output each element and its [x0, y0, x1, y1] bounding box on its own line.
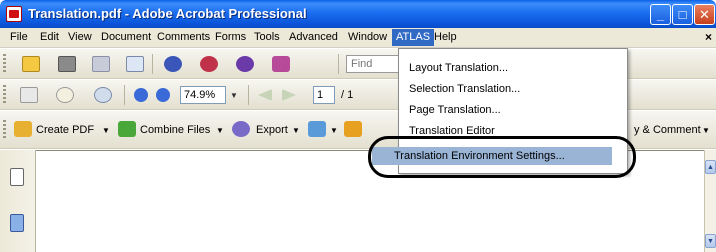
menu-file[interactable]: File [10, 31, 28, 43]
menu-comments[interactable]: Comments [157, 31, 210, 43]
toolbar-separator [338, 54, 339, 74]
zoom-in-icon[interactable] [156, 88, 170, 102]
toolbar-grip[interactable] [3, 54, 6, 74]
atlas-tool-icon-1[interactable] [164, 56, 182, 72]
menu-item-selection-translation[interactable]: Selection Translation... [409, 83, 520, 95]
close-button[interactable]: ✕ [694, 4, 715, 25]
menu-view[interactable]: View [68, 31, 92, 43]
acrobat-app-icon[interactable] [6, 6, 22, 22]
zoom-tool-icon[interactable] [94, 87, 112, 103]
combine-files-icon[interactable] [118, 121, 136, 137]
menu-help[interactable]: Help [434, 31, 457, 43]
menu-document[interactable]: Document [101, 31, 151, 43]
close-document-icon[interactable]: × [705, 30, 712, 44]
window-title: Translation.pdf - Adobe Acrobat Professi… [28, 6, 307, 21]
atlas-tool-icon-3[interactable] [236, 56, 254, 72]
menu-item-layout-translation[interactable]: Layout Translation... [409, 62, 508, 74]
bookmarks-panel-icon[interactable] [10, 214, 24, 232]
review-comment-button[interactable]: y & Comment [634, 124, 701, 136]
combine-files-dropdown-icon[interactable]: ▼ [216, 126, 224, 135]
select-tool-icon[interactable] [20, 87, 38, 103]
review-comment-dropdown-icon[interactable]: ▼ [702, 126, 710, 135]
open-icon[interactable] [22, 56, 40, 72]
sign-icon[interactable] [344, 121, 362, 137]
menu-edit[interactable]: Edit [40, 31, 59, 43]
print-icon[interactable] [58, 56, 76, 72]
menu-bar: File Edit View Document Comments Forms T… [0, 28, 716, 48]
menu-atlas[interactable]: ATLAS [392, 29, 435, 46]
hand-tool-icon[interactable] [56, 87, 74, 103]
zoom-input[interactable] [180, 86, 226, 104]
email-icon[interactable] [126, 56, 144, 72]
minimize-button[interactable]: _ [650, 4, 671, 25]
zoom-dropdown-icon[interactable]: ▼ [228, 86, 240, 104]
toolbar-separator [152, 54, 153, 74]
export-button[interactable]: Export [256, 124, 288, 136]
navigation-pane [0, 150, 36, 252]
combine-files-button[interactable]: Combine Files [140, 124, 210, 136]
create-pdf-icon[interactable] [14, 121, 32, 137]
menu-window[interactable]: Window [348, 31, 387, 43]
save-icon[interactable] [92, 56, 110, 72]
menu-forms[interactable]: Forms [215, 31, 246, 43]
create-pdf-dropdown-icon[interactable]: ▼ [102, 126, 110, 135]
previous-page-icon[interactable] [258, 89, 272, 101]
toolbar-separator [248, 85, 249, 105]
menu-item-translation-editor[interactable]: Translation Editor [409, 125, 495, 134]
toolbar-grip[interactable] [3, 120, 6, 140]
scroll-down-button[interactable]: ▼ [705, 234, 716, 248]
page-total: / 1 [341, 89, 354, 101]
toolbar-grip[interactable] [3, 85, 6, 105]
atlas-tool-icon-2[interactable] [200, 56, 218, 72]
export-icon[interactable] [232, 121, 250, 137]
export-dropdown-icon[interactable]: ▼ [292, 126, 300, 135]
page-number-input[interactable] [313, 86, 335, 104]
zoom-out-icon[interactable] [134, 88, 148, 102]
scroll-up-button[interactable]: ▲ [705, 160, 716, 174]
atlas-tool-icon-4[interactable] [272, 56, 290, 72]
callout-ellipse [368, 136, 636, 178]
pages-panel-icon[interactable] [10, 168, 24, 186]
menu-item-page-translation[interactable]: Page Translation... [409, 104, 501, 116]
title-bar: Translation.pdf - Adobe Acrobat Professi… [0, 0, 716, 28]
menu-advanced[interactable]: Advanced [289, 31, 338, 43]
maximize-button[interactable]: □ [672, 4, 693, 25]
next-page-icon[interactable] [282, 89, 296, 101]
create-pdf-button[interactable]: Create PDF [36, 124, 94, 136]
secure-dropdown-icon[interactable]: ▼ [330, 126, 338, 135]
toolbar-separator [124, 85, 125, 105]
secure-icon[interactable] [308, 121, 326, 137]
menu-tools[interactable]: Tools [254, 31, 280, 43]
